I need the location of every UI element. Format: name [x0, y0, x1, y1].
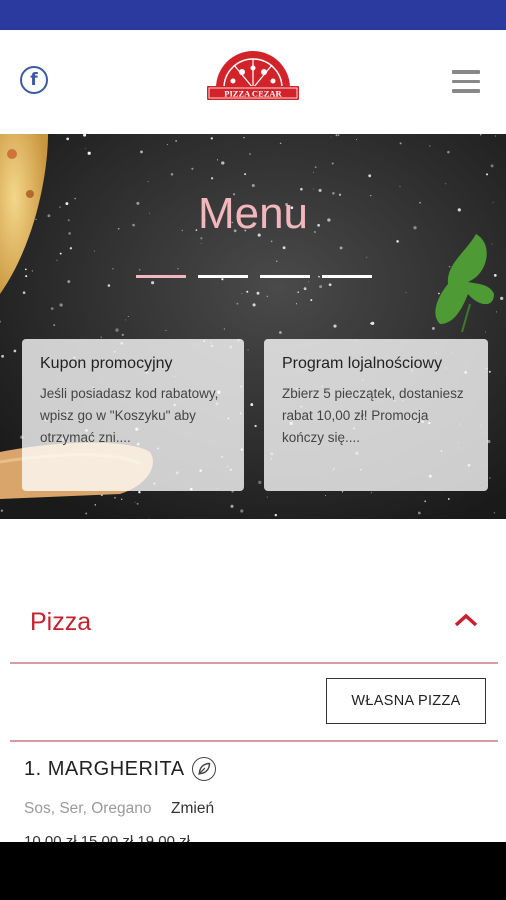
divider: [10, 662, 498, 664]
product-name[interactable]: 1. MARGHERITA: [24, 758, 185, 781]
card-text: Jeśli posiadasz kod rabatowy, wpisz go w…: [40, 386, 219, 445]
leaf-icon: [192, 757, 216, 781]
indicator-dash-active[interactable]: [136, 275, 186, 278]
indicator-dash[interactable]: [260, 275, 310, 278]
app-header: f PIZZA CEZAR: [0, 30, 506, 134]
card-text: Zbierz 5 pieczątek, dostaniesz rabat 10,…: [282, 386, 464, 445]
status-bar: [0, 0, 506, 30]
card-title: Kupon promocyjny: [40, 355, 173, 372]
promo-card-coupon[interactable]: Kupon promocyjny Jeśli posiadasz kod rab…: [22, 339, 244, 491]
logo-text: PIZZA CEZAR: [224, 89, 282, 99]
promo-card-loyalty[interactable]: Program lojalnościowy Zbierz 5 pieczątek…: [264, 339, 488, 491]
chevron-up-icon[interactable]: [453, 612, 479, 628]
divider: [10, 740, 498, 742]
hamburger-icon[interactable]: [452, 70, 480, 94]
indicator-dash[interactable]: [322, 275, 372, 278]
facebook-icon[interactable]: f: [20, 66, 48, 94]
hero-title: Menu: [197, 189, 309, 238]
product-ingredients: Sos, Ser, Oregano: [24, 800, 152, 817]
indicator-dash[interactable]: [198, 275, 248, 278]
change-ingredients-link[interactable]: Zmień: [171, 800, 214, 818]
pizza-cezar-logo[interactable]: PIZZA CEZAR: [204, 48, 302, 104]
card-title: Program lojalnościowy: [282, 355, 443, 372]
category-title[interactable]: Pizza: [30, 608, 91, 637]
custom-pizza-button[interactable]: WŁASNA PIZZA: [326, 678, 486, 724]
navigation-bar: [0, 842, 506, 900]
hero-banner: Menu Kupon promocyjny Jeśli posiadasz ko…: [0, 134, 506, 519]
